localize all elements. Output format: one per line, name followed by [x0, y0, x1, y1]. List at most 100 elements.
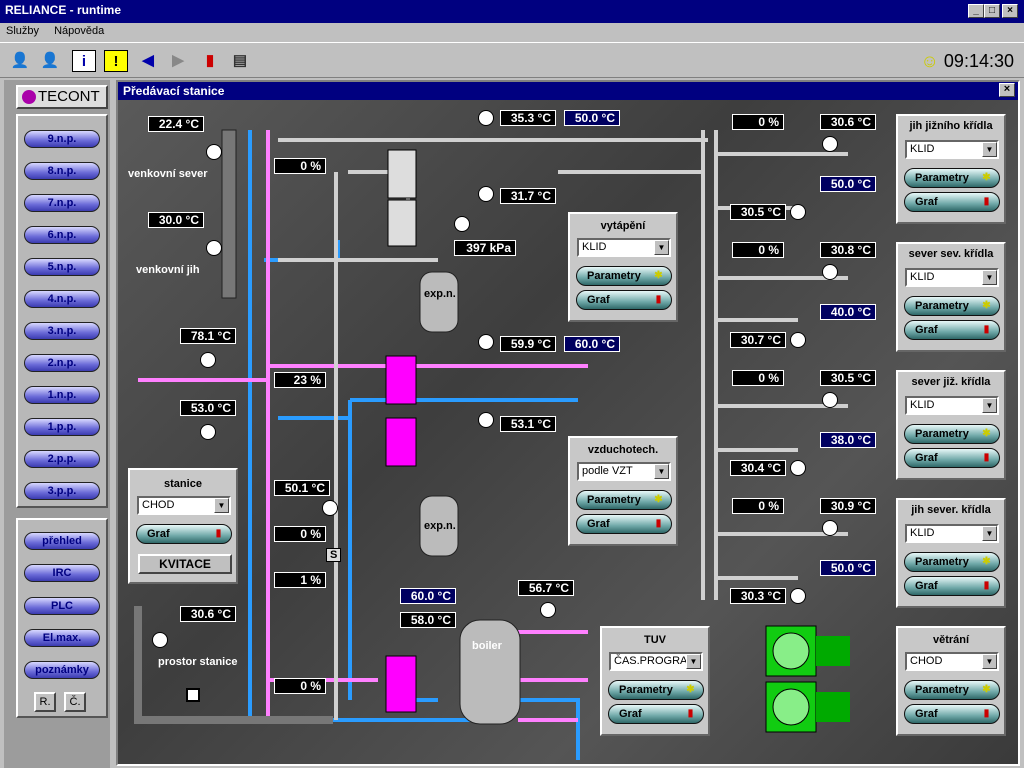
- circuit-sensor-2: [790, 332, 806, 348]
- ack-button[interactable]: KVITACE: [138, 554, 232, 574]
- minimize-button[interactable]: _: [968, 4, 984, 18]
- substation-title: Předávací stanice: [123, 84, 225, 98]
- valve-3-position: 0 %: [274, 526, 326, 542]
- exchanger-5: [385, 655, 417, 713]
- floor-button-8np[interactable]: 8.n.p.: [24, 162, 100, 180]
- circuit-mode-select[interactable]: KLID ▼: [905, 268, 999, 287]
- r-button[interactable]: R.: [34, 692, 56, 712]
- tuv-mode-select[interactable]: ČAS.PROGRAM ▼: [609, 652, 703, 671]
- air-params-button[interactable]: Parametry ✱: [576, 490, 672, 510]
- alarm-icon[interactable]: !: [104, 50, 128, 72]
- circuit-temp-1: 30.9 °C: [820, 498, 876, 514]
- menu-services[interactable]: Služby: [6, 25, 39, 37]
- heating-title: vytápění: [600, 220, 646, 232]
- tuv-params-button[interactable]: Parametry ✱: [608, 680, 704, 700]
- circuit-graph-button[interactable]: Graf ▮: [904, 448, 1000, 468]
- chevron-down-icon: ▼: [982, 398, 997, 413]
- menu-help[interactable]: Nápověda: [54, 25, 104, 37]
- floor-button-3np[interactable]: 3.n.p.: [24, 322, 100, 340]
- chevron-down-icon: ▼: [982, 270, 997, 285]
- plc-button[interactable]: PLC: [24, 597, 100, 615]
- heating-mode-select[interactable]: KLID ▼: [577, 238, 671, 257]
- pressure-sensor: [454, 216, 470, 232]
- close-button[interactable]: ×: [1002, 4, 1018, 18]
- bar-chart-icon: ▮: [983, 324, 990, 335]
- floor-button-7np[interactable]: 7.n.p.: [24, 194, 100, 212]
- report-icon[interactable]: ▤: [228, 50, 252, 72]
- maximize-button[interactable]: □: [984, 4, 1000, 18]
- floor-button-2np[interactable]: 2.n.p.: [24, 354, 100, 372]
- ventilation-params-button[interactable]: Parametry ✱: [904, 680, 1000, 700]
- air-mode-select[interactable]: podle VZT ▼: [577, 462, 671, 481]
- circuit-graph-button[interactable]: Graf ▮: [904, 192, 1000, 212]
- circuit-temp-2: 30.3 °C: [730, 588, 786, 604]
- floor-button-6np[interactable]: 6.n.p.: [24, 226, 100, 244]
- circuit-params-button[interactable]: Parametry ✱: [904, 296, 1000, 316]
- valve-2-position: 23 %: [274, 372, 326, 388]
- gear-icon: ✱: [654, 270, 663, 281]
- circuit-mode-select[interactable]: KLID ▼: [905, 140, 999, 159]
- circuit-params-button[interactable]: Parametry ✱: [904, 552, 1000, 572]
- temp-h2: 31.7 °C: [500, 188, 556, 204]
- ventilation-graph-button[interactable]: Graf ▮: [904, 704, 1000, 724]
- notes-button[interactable]: poznámky: [24, 661, 100, 679]
- sensor-mid: [322, 500, 338, 516]
- temp-boiler: 58.0 °C: [400, 612, 456, 628]
- elmax-button[interactable]: El.max.: [24, 629, 100, 647]
- temp-h1: 35.3 °C: [500, 110, 556, 126]
- temp-h3: 59.9 °C: [500, 336, 556, 352]
- floor-button-1pp[interactable]: 1.p.p.: [24, 418, 100, 436]
- c-button[interactable]: Č.: [64, 692, 86, 712]
- toolbar: 👤 👤 i ! ◀ ▶ ▮ ▤ ☺ 09:14:30: [0, 42, 1024, 78]
- substation-close-button[interactable]: ×: [999, 83, 1015, 97]
- user-add-icon[interactable]: 👤: [8, 50, 32, 72]
- arrow-right-icon[interactable]: ▶: [166, 50, 190, 72]
- circuit-graph-button[interactable]: Graf ▮: [904, 320, 1000, 340]
- bar-chart-icon: ▮: [655, 294, 662, 305]
- floor-button-5np[interactable]: 5.n.p.: [24, 258, 100, 276]
- params-label: Parametry: [915, 300, 969, 312]
- params-label: Parametry: [915, 556, 969, 568]
- label-outdoor-south: venkovní jih: [136, 264, 200, 276]
- air-graph-button[interactable]: Graf ▮: [576, 514, 672, 534]
- station-graph-button[interactable]: Graf ▮: [136, 524, 232, 544]
- circuit-params-button[interactable]: Parametry ✱: [904, 168, 1000, 188]
- info-icon[interactable]: i: [72, 50, 96, 72]
- bar-chart-icon: ▮: [983, 452, 990, 463]
- user-remove-icon[interactable]: 👤: [38, 50, 62, 72]
- tuv-graph-button[interactable]: Graf ▮: [608, 704, 704, 724]
- ventilation-mode-select[interactable]: CHOD ▼: [905, 652, 999, 671]
- chart-icon[interactable]: ▮: [198, 50, 222, 72]
- gear-icon: ✱: [982, 300, 991, 311]
- logo-text: TECONT: [38, 88, 100, 105]
- circuit-params-button[interactable]: Parametry ✱: [904, 424, 1000, 444]
- circuit-valve-pct: 0 %: [732, 370, 784, 386]
- pipe-diagram: [134, 129, 850, 760]
- label-exp1: exp.n.: [424, 288, 456, 300]
- floor-button-1np[interactable]: 1.n.p.: [24, 386, 100, 404]
- floor-button-3pp[interactable]: 3.p.p.: [24, 482, 100, 500]
- sensor-h1: [478, 110, 494, 126]
- irc-button[interactable]: IRC: [24, 564, 100, 582]
- ventilation-mode: CHOD: [910, 655, 943, 667]
- circuit-graph-button[interactable]: Graf ▮: [904, 576, 1000, 596]
- overview-button[interactable]: přehled: [24, 532, 100, 550]
- floor-button-9np[interactable]: 9.n.p.: [24, 130, 100, 148]
- params-label: Parametry: [619, 684, 673, 696]
- s-marker: S: [326, 548, 342, 562]
- floor-button-2pp[interactable]: 2.p.p.: [24, 450, 100, 468]
- fan-2-rotor: [772, 688, 810, 726]
- circuit-setpoint: 40.0 °C: [820, 304, 876, 320]
- circuit-panel: sever sev. křídla KLID ▼ Parametry ✱ Graf ▮: [896, 242, 1006, 352]
- floor-button-4np[interactable]: 4.n.p.: [24, 290, 100, 308]
- heating-graph-button[interactable]: Graf ▮: [576, 290, 672, 310]
- heating-params-button[interactable]: Parametry ✱: [576, 266, 672, 286]
- graph-label: Graf: [587, 518, 610, 530]
- circuit-title: jih jižního křídla: [909, 120, 993, 132]
- circuit-mode-select[interactable]: KLID ▼: [905, 524, 999, 543]
- circuit-mode-select[interactable]: KLID ▼: [905, 396, 999, 415]
- arrow-left-icon[interactable]: ◀: [136, 50, 160, 72]
- station-mode-select[interactable]: CHOD ▼: [137, 496, 231, 515]
- gear-icon: ✱: [654, 494, 663, 505]
- sensor-south: [206, 240, 222, 256]
